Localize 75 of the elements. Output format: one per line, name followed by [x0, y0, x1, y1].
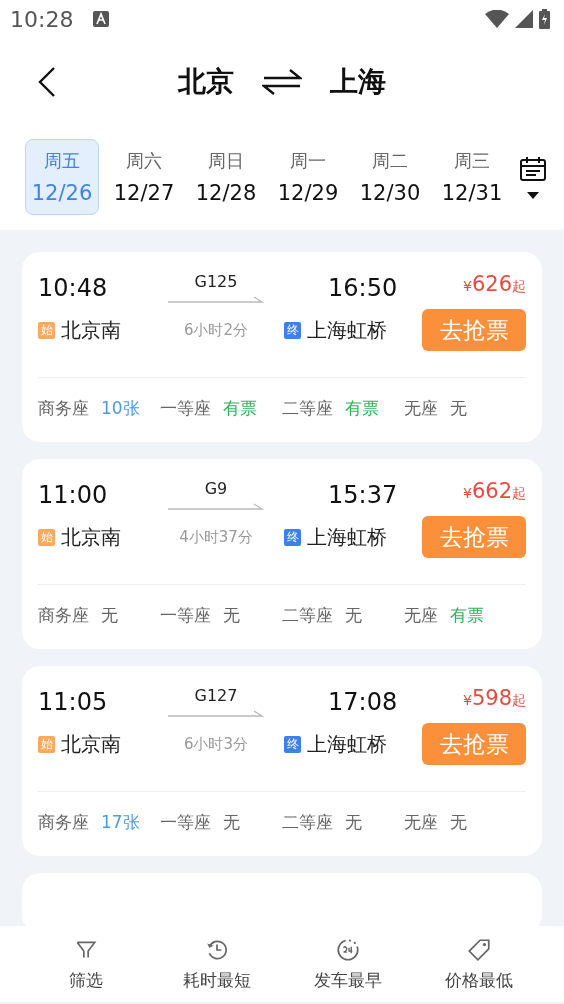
- travel-duration: 6小时3分: [183, 734, 249, 754]
- arrival-time: 16:50: [327, 273, 394, 302]
- departure-station: 北京南: [61, 523, 121, 551]
- swap-icon[interactable]: [262, 67, 302, 97]
- seat-availability: 无: [450, 810, 467, 834]
- sort-tab[interactable]: 价格最低: [423, 926, 534, 1002]
- origin-badge: 始: [38, 528, 55, 546]
- date-tab[interactable]: 周日 12/28: [189, 139, 263, 215]
- departure-time: 11:05: [38, 687, 109, 716]
- origin-badge: 始: [38, 735, 55, 753]
- departure-city[interactable]: 北京: [178, 63, 234, 101]
- travel-duration: 4小时37分: [179, 527, 253, 547]
- seat-class: 无座: [404, 810, 438, 834]
- date-tab[interactable]: 周二 12/30: [353, 139, 427, 215]
- terminal-badge: 终: [284, 735, 301, 753]
- seat-class: 无座: [404, 603, 438, 627]
- arrival-time: 15:37: [327, 480, 394, 509]
- seat-availability: 无: [345, 603, 362, 627]
- seat-class: 二等座: [282, 396, 333, 420]
- wifi-icon: [485, 10, 509, 28]
- seat-availability: 有票: [223, 396, 257, 420]
- terminal-badge: 终: [284, 321, 301, 339]
- sort-tab[interactable]: 发车最早: [292, 926, 403, 1002]
- seat-availability: 有票: [345, 396, 379, 420]
- calendar-icon[interactable]: [519, 155, 547, 182]
- date-tab[interactable]: 周三 12/31: [435, 139, 509, 215]
- seat-availability: 有票: [450, 603, 484, 627]
- seat-availability: 无: [450, 396, 467, 420]
- seat-class: 一等座: [160, 603, 211, 627]
- seat-class: 无座: [404, 396, 438, 420]
- train-number: G125: [194, 272, 238, 291]
- departure-time: 10:48: [38, 273, 109, 302]
- date-tab[interactable]: 周六 12/27: [107, 139, 181, 215]
- arrival-station: 上海虹桥: [307, 316, 387, 344]
- ticket-price: ¥598起: [463, 686, 526, 710]
- train-card[interactable]: 11:00 G9 15:37 ¥662起 始 北京南 4小时37分 终 上海虹桥 去抢票 商务座 无 一等座 无 二等座 无 无座 有票: [22, 459, 542, 649]
- keyboard-icon: [93, 11, 110, 27]
- arrival-city[interactable]: 上海: [330, 63, 386, 101]
- arrival-station: 上海虹桥: [307, 730, 387, 758]
- train-number: G9: [204, 479, 228, 498]
- battery-icon: [539, 9, 550, 29]
- origin-badge: 始: [38, 321, 55, 339]
- clock-icon: [334, 936, 361, 963]
- seat-class: 一等座: [160, 396, 211, 420]
- seat-availability: 无: [223, 810, 240, 834]
- terminal-badge: 终: [284, 528, 301, 546]
- seat-class: 二等座: [282, 603, 333, 627]
- seat-availability: 无: [223, 603, 240, 627]
- train-card[interactable]: 11:05 G127 17:08 ¥598起 始 北京南 6小时3分 终 上海虹桥 去抢票 商务座 17张 一等座 无 二等座 无 无座 无: [22, 666, 542, 856]
- ticket-price: ¥626起: [463, 272, 526, 296]
- status-time: 10:28: [10, 6, 74, 32]
- seat-class: 商务座: [38, 603, 89, 627]
- sort-tab[interactable]: 筛选: [30, 926, 141, 1002]
- train-card[interactable]: 10:48 G125 16:50 ¥626起 始 北京南 6小时2分 终 上海虹桥 去抢票 商务座 10张 一等座 有票 二等座 有票 无座 无: [22, 252, 542, 442]
- travel-duration: 6小时2分: [183, 320, 249, 340]
- arrival-time: 17:08: [327, 687, 394, 716]
- seat-availability: 10张: [101, 396, 140, 420]
- ticket-price: ¥662起: [463, 479, 526, 503]
- departure-station: 北京南: [61, 316, 121, 344]
- sort-tab[interactable]: 耗时最短: [161, 926, 272, 1002]
- departure-time: 11:00: [38, 480, 109, 509]
- seat-availability: 无: [101, 603, 118, 627]
- seat-class: 二等座: [282, 810, 333, 834]
- seat-class: 商务座: [38, 810, 89, 834]
- date-tab[interactable]: 周一 12/29: [271, 139, 345, 215]
- seat-class: 商务座: [38, 396, 89, 420]
- seat-availability: 17张: [101, 810, 140, 834]
- tag-icon: [465, 936, 492, 963]
- arrival-station: 上海虹桥: [307, 523, 387, 551]
- signal-icon: [515, 10, 533, 28]
- dropdown-icon[interactable]: [527, 191, 539, 199]
- seat-availability: 无: [345, 810, 362, 834]
- seat-class: 一等座: [160, 810, 211, 834]
- departure-station: 北京南: [61, 730, 121, 758]
- train-number: G127: [194, 686, 238, 705]
